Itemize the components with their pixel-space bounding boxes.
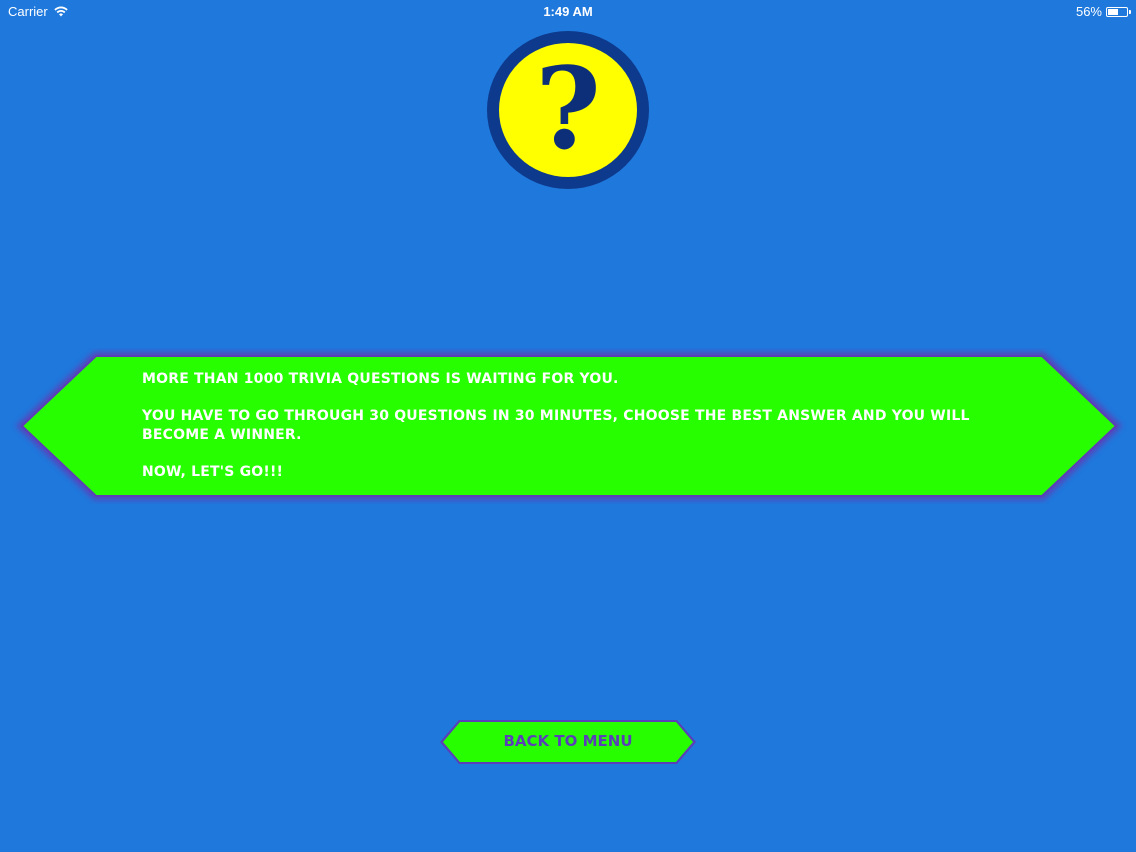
back-button-label: BACK TO MENU [503,732,633,750]
battery-percent: 56% [1075,4,1102,19]
info-line-rules: YOU HAVE TO GO THROUGH 30 QUESTIONS IN 3… [142,408,970,443]
question-mark-icon: ? [487,31,649,189]
battery-group: 56% [1075,4,1131,19]
battery-level [1108,8,1118,15]
status-bar: Carrier 1:49 AM 56% [0,0,1136,22]
status-time: 1:49 AM [543,4,593,19]
info-text: MORE THAN 1000 TRIVIA QUESTIONS IS WAITI… [142,370,1002,500]
info-banner: MORE THAN 1000 TRIVIA QUESTIONS IS WAITI… [10,348,1128,504]
battery-icon [1106,6,1131,17]
question-mark-glyph: ? [535,44,601,175]
info-line-go: NOW, LET'S GO!!! [142,464,284,480]
info-line-questions: MORE THAN 1000 TRIVIA QUESTIONS IS WAITI… [142,371,619,387]
back-to-menu-button[interactable]: BACK TO MENU [437,718,699,766]
